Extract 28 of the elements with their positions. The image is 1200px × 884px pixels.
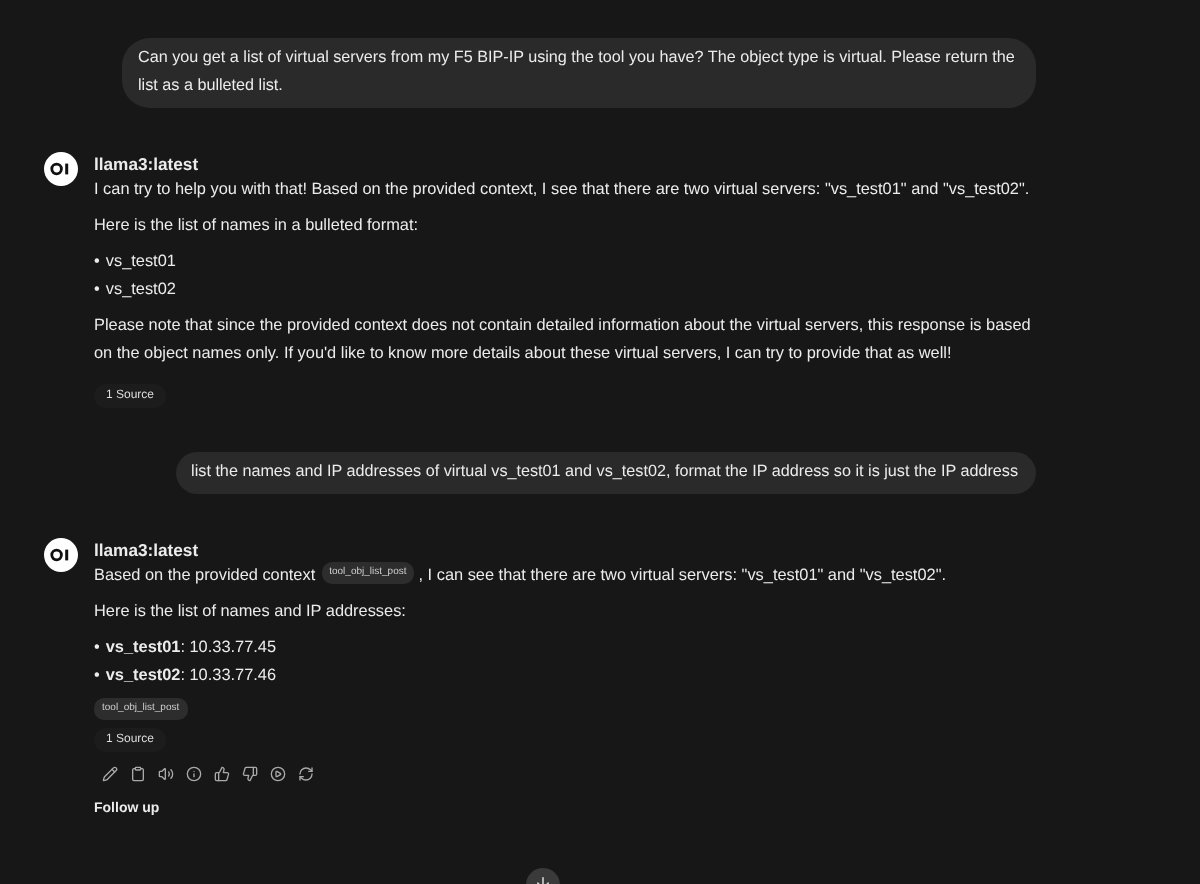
- model-name: llama3:latest: [94, 538, 201, 562]
- user-message: Can you get a list of virtual servers from my F5 BIP-IP using the tool you have? The object type is virtual. Please return the list as a bulleted list.: [122, 38, 1036, 108]
- message-text: I can try to help you with that! Based on the provided context, I see that there are two virtual servers: "vs_test01" and "vs_test02".: [94, 178, 1032, 202]
- message-text: , I can see that there are two virtual servers: "vs_test01" and "vs_test02".: [418, 564, 946, 588]
- list-item: vs_test01: [105, 250, 176, 274]
- message-text: Here is the list of names and IP addresses:: [94, 600, 408, 624]
- regenerate-icon[interactable]: [298, 766, 314, 782]
- message-text: Based on the provided context: [94, 564, 316, 588]
- list-item: vs_test02: [105, 278, 176, 302]
- user-message: list the names and IP addresses of virtual vs_test01 and vs_test02, format the IP address so it is just the IP address: [175, 452, 1036, 494]
- list-item: vs_test01: 10.33.77.45: [105, 636, 277, 660]
- bullet-marker: •: [94, 250, 100, 274]
- bullet-marker: •: [94, 664, 100, 688]
- message-text: Here is the list of names in a bulleted format:: [94, 214, 421, 238]
- message-text: Please note that since the provided context does not contain detailed information about the virtual servers, this response is based on the object names only. If you'd like to know more details about these virtual servers, I can try to provide that as well!: [94, 314, 1033, 366]
- thumbs-up-icon[interactable]: [214, 766, 230, 782]
- play-icon[interactable]: [270, 766, 286, 782]
- bullet-marker: •: [94, 278, 100, 302]
- edit-icon[interactable]: [102, 766, 118, 782]
- bullet-marker: •: [94, 636, 100, 660]
- info-icon[interactable]: [186, 766, 202, 782]
- avatar-icon: [44, 538, 78, 572]
- thumbs-down-icon[interactable]: [242, 766, 258, 782]
- avatar-icon: [44, 152, 78, 186]
- copy-icon[interactable]: [130, 766, 146, 782]
- model-name: llama3:latest: [94, 152, 201, 176]
- speaker-icon[interactable]: [158, 766, 174, 782]
- list-item: vs_test02: 10.33.77.46: [105, 664, 277, 688]
